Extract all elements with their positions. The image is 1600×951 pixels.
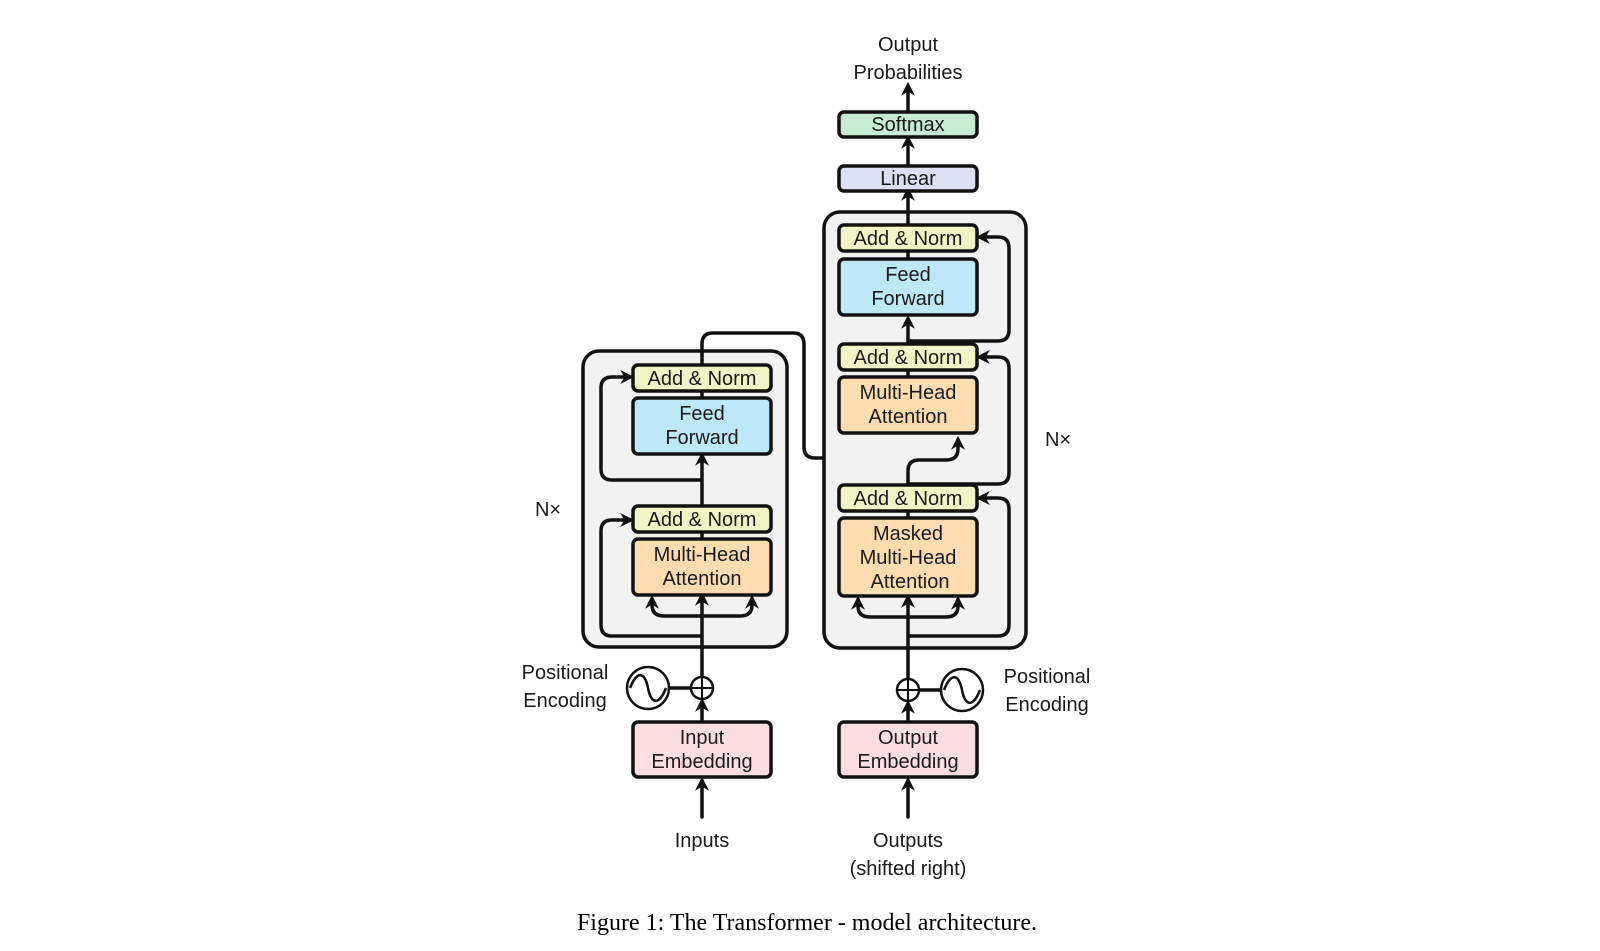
svg-text:Add & Norm: Add & Norm bbox=[648, 368, 757, 390]
decoder-add-norm-top: Add & Norm bbox=[837, 223, 979, 253]
decoder-add-norm-bottom: Add & Norm bbox=[837, 483, 979, 513]
decoder-add-norm-mid: Add & Norm bbox=[837, 342, 979, 372]
decoder-repeat-label: N× bbox=[1045, 429, 1071, 451]
linear-layer: Linear bbox=[837, 164, 979, 193]
figure-caption: Figure 1: The Transformer - model archit… bbox=[577, 910, 1037, 936]
svg-text:Add & Norm: Add & Norm bbox=[648, 509, 757, 531]
encoder-feed-forward: Feed Forward bbox=[631, 396, 773, 456]
svg-text:Add & Norm: Add & Norm bbox=[854, 228, 963, 250]
decoder-cross-attention: Multi-Head Attention bbox=[837, 375, 979, 435]
outputs-label: Outputs bbox=[873, 830, 943, 852]
svg-text:Positional: Positional bbox=[1004, 666, 1091, 688]
output-probabilities-sublabel: Probabilities bbox=[854, 62, 963, 84]
encoder-repeat-label: N× bbox=[535, 499, 561, 521]
svg-text:Forward: Forward bbox=[871, 288, 944, 310]
softmax-layer: Softmax bbox=[837, 110, 979, 139]
encoder-multi-head-attention: Multi-Head Attention bbox=[631, 537, 773, 597]
inputs-label: Inputs bbox=[675, 830, 729, 852]
svg-text:Forward: Forward bbox=[665, 427, 738, 449]
svg-text:Attention: Attention bbox=[663, 568, 742, 590]
svg-text:Feed: Feed bbox=[679, 403, 725, 425]
svg-text:Add & Norm: Add & Norm bbox=[854, 347, 963, 369]
svg-text:Output: Output bbox=[878, 727, 938, 749]
encoder-add-norm-bottom: Add & Norm bbox=[631, 504, 773, 534]
svg-text:Masked: Masked bbox=[873, 523, 943, 545]
decoder-feed-forward: Feed Forward bbox=[837, 257, 979, 317]
svg-text:Input: Input bbox=[680, 727, 725, 749]
encoder-stack bbox=[581, 349, 789, 649]
svg-text:Attention: Attention bbox=[869, 406, 948, 428]
decoder-masked-attention: Masked Multi-Head Attention bbox=[837, 516, 979, 598]
outputs-sublabel: (shifted right) bbox=[850, 858, 967, 880]
svg-text:Multi-Head: Multi-Head bbox=[860, 382, 957, 404]
svg-text:Linear: Linear bbox=[880, 168, 936, 190]
output-embedding: Output Embedding bbox=[837, 720, 979, 779]
svg-text:Softmax: Softmax bbox=[871, 114, 944, 136]
svg-text:Encoding: Encoding bbox=[1005, 694, 1088, 716]
input-embedding: Input Embedding bbox=[631, 720, 773, 779]
svg-text:Embedding: Embedding bbox=[857, 751, 958, 773]
output-probabilities-label: Output bbox=[878, 34, 938, 56]
svg-text:Multi-Head: Multi-Head bbox=[654, 544, 751, 566]
encoder-add-norm-top: Add & Norm bbox=[631, 363, 773, 393]
encoder-positional-encoding: Positional Encoding bbox=[522, 662, 715, 712]
svg-text:Add & Norm: Add & Norm bbox=[854, 488, 963, 510]
svg-text:Multi-Head: Multi-Head bbox=[860, 547, 957, 569]
svg-text:Embedding: Embedding bbox=[651, 751, 752, 773]
transformer-diagram: Add & Norm Feed Forward Add & Norm Multi… bbox=[522, 34, 1091, 936]
svg-text:Attention: Attention bbox=[871, 571, 950, 593]
svg-text:Feed: Feed bbox=[885, 264, 931, 286]
svg-text:Encoding: Encoding bbox=[523, 690, 606, 712]
svg-text:Positional: Positional bbox=[522, 662, 609, 684]
decoder-positional-encoding: Positional Encoding bbox=[895, 666, 1091, 716]
